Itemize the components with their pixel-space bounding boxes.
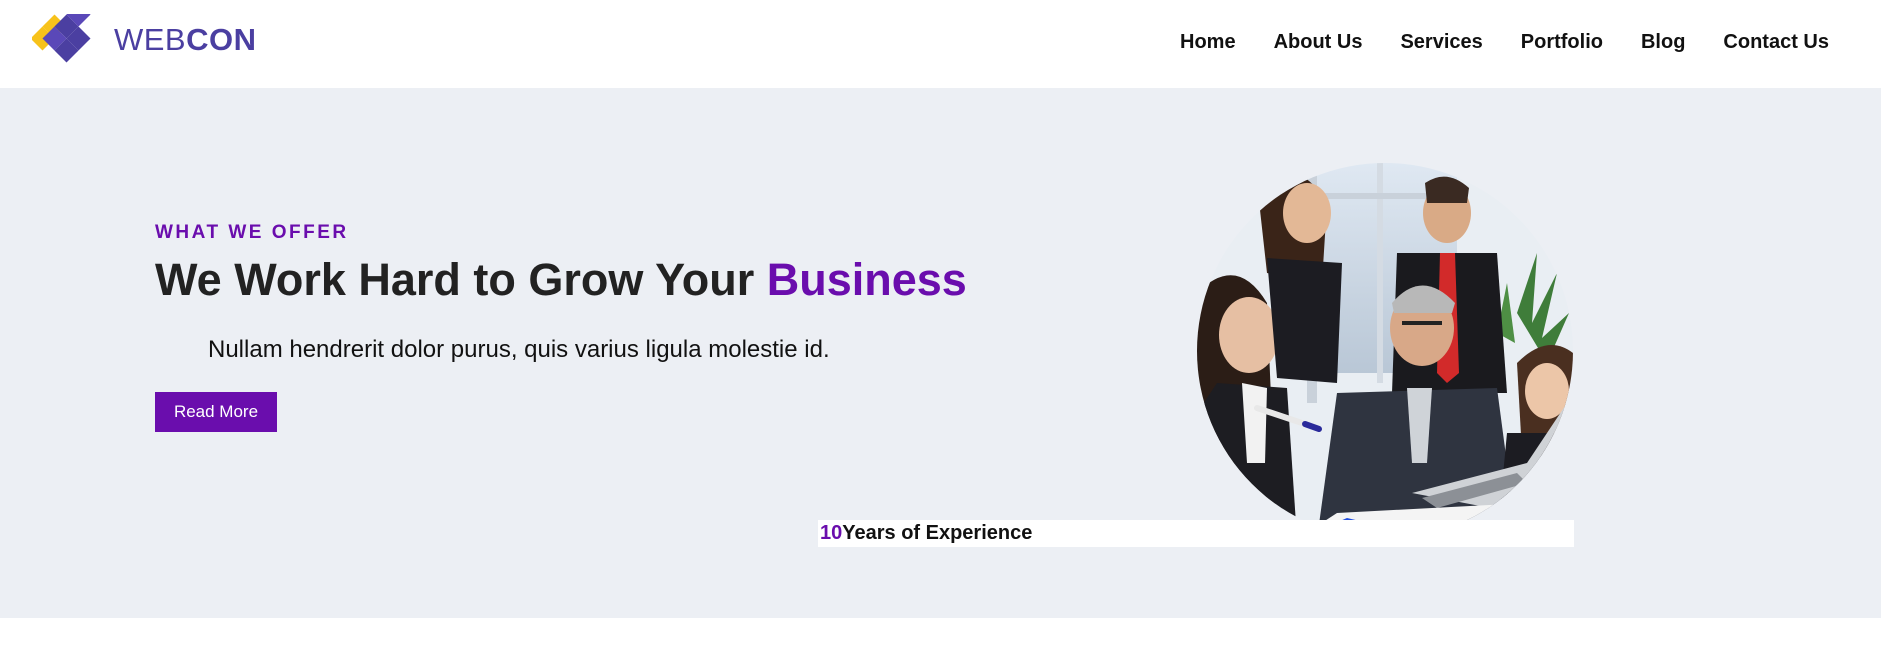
experience-label: Years of Experience: [842, 522, 1033, 544]
diamond-grid-logo-icon: [32, 14, 91, 63]
hero-section: WHAT WE OFFER We Work Hard to Grow Your …: [0, 88, 1881, 618]
hero-lead-text: Nullam hendrerit dolor purus, quis variu…: [208, 336, 830, 363]
hero-team-photo: [1197, 163, 1573, 539]
logo-wordmark: WEBCON: [114, 24, 257, 55]
nav-about-us[interactable]: About Us: [1274, 26, 1363, 58]
nav-home[interactable]: Home: [1180, 26, 1236, 58]
hero-headline: We Work Hard to Grow Your Business: [155, 252, 967, 308]
read-more-button[interactable]: Read More: [155, 392, 277, 432]
team-photo-image: [1197, 163, 1573, 539]
nav-blog[interactable]: Blog: [1641, 26, 1685, 58]
nav-portfolio[interactable]: Portfolio: [1521, 26, 1603, 58]
site-logo[interactable]: WEBCON: [32, 14, 257, 64]
nav-contact-us[interactable]: Contact Us: [1723, 26, 1829, 58]
logo-text-bold: CON: [186, 21, 257, 57]
headline-main: We Work Hard to Grow Your: [155, 254, 767, 305]
experience-number: 10: [820, 522, 843, 544]
main-nav: Home About Us Services Portfolio Blog Co…: [1142, 26, 1829, 58]
headline-accent: Business: [766, 254, 967, 305]
site-header: WEBCON Home About Us Services Portfolio …: [0, 0, 1881, 88]
nav-services[interactable]: Services: [1400, 26, 1482, 58]
logo-text-light: WEB: [114, 21, 187, 57]
experience-badge: 10 Years of Experience: [818, 520, 1574, 547]
hero-eyebrow: WHAT WE OFFER: [155, 222, 349, 243]
